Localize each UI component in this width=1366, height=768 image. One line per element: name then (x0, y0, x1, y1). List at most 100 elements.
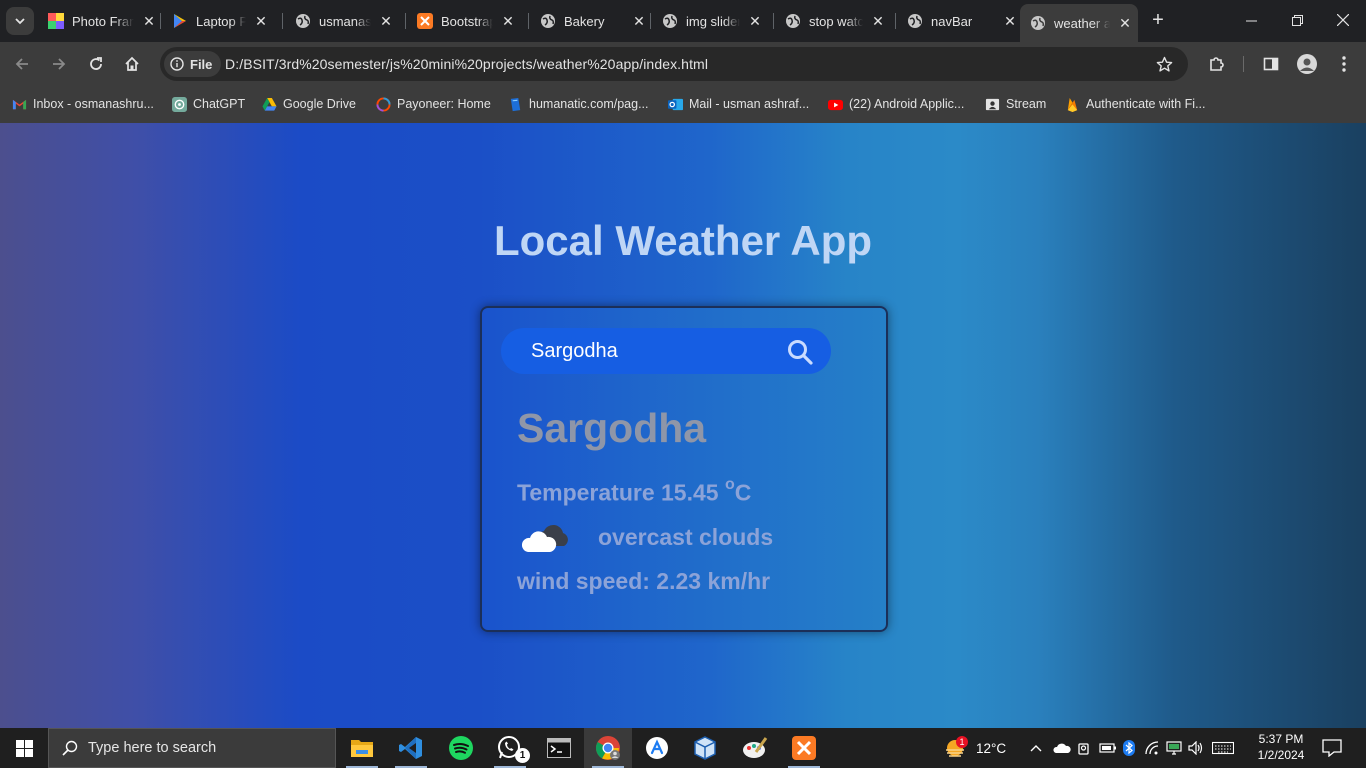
taskbar-paint[interactable] (731, 728, 779, 768)
bookmark-stream[interactable]: Stream (985, 93, 1046, 115)
keyboard-icon[interactable] (1212, 741, 1234, 755)
onedrive-icon[interactable] (1053, 742, 1071, 754)
tab-usmanashraf[interactable]: usmanashraf ✕ (295, 6, 395, 36)
back-button[interactable] (9, 51, 35, 77)
taskbar-clock[interactable]: 5:37 PM 1/2/2024 (1248, 731, 1314, 763)
taskbar-virtualbox[interactable] (681, 728, 729, 768)
close-icon[interactable]: ✕ (746, 13, 764, 30)
bookmark-payoneer[interactable]: Payoneer: Home (376, 93, 491, 115)
bookmark-google-drive[interactable]: Google Drive (262, 93, 356, 115)
minimize-icon (1245, 20, 1257, 21)
bookmark-outlook-mail[interactable]: Mail - usman ashraf... (668, 93, 809, 115)
tab-navbar[interactable]: navBar ✕ (907, 6, 1019, 36)
taskbar-whatsapp[interactable]: 1 (486, 728, 534, 768)
tab-img-slider[interactable]: img slider ✕ (662, 6, 764, 36)
bookmark-youtube[interactable]: (22) Android Applic... (828, 93, 964, 115)
taskbar-chrome[interactable] (584, 728, 632, 768)
taskbar-search[interactable]: Type here to search (48, 728, 336, 768)
close-window-button[interactable] (1320, 0, 1366, 40)
tab-stop-watch[interactable]: stop watch ✕ (785, 6, 887, 36)
restore-button[interactable] (1274, 0, 1320, 40)
meet-now-icon[interactable] (1077, 740, 1091, 756)
play-store-icon (174, 14, 186, 28)
plus-icon: + (1152, 9, 1164, 31)
tab-bootstrap[interactable]: Bootstrap ✕ (417, 6, 517, 36)
close-icon[interactable]: ✕ (377, 13, 395, 30)
vscode-icon (399, 737, 422, 759)
bluetooth-icon[interactable] (1123, 740, 1135, 756)
search-icon (788, 340, 813, 365)
search-button[interactable] (785, 337, 815, 367)
payoneer-icon (376, 96, 391, 112)
close-icon[interactable]: ✕ (1116, 15, 1134, 32)
taskbar-spotify[interactable] (437, 728, 485, 768)
notification-center-button[interactable] (1322, 728, 1342, 768)
weather-widget[interactable]: 1 12°C (942, 728, 1006, 768)
bookmark-chatgpt[interactable]: ChatGPT (172, 93, 245, 115)
tab-title: Laptop Price (196, 13, 246, 29)
temperature-value: Temperature 15.45 (517, 479, 725, 506)
side-panel-icon (1263, 57, 1279, 71)
bookmark-firebase[interactable]: Authenticate with Fi... (1065, 93, 1206, 115)
star-icon (1156, 56, 1172, 72)
notification-icon (1322, 739, 1342, 757)
battery-icon[interactable] (1099, 742, 1117, 754)
extensions-button[interactable] (1204, 51, 1230, 77)
bookmark-label: Inbox - osmanashru... (33, 97, 154, 111)
network-icon[interactable] (1166, 741, 1182, 755)
close-icon[interactable]: ✕ (869, 13, 887, 30)
close-icon[interactable]: ✕ (1001, 13, 1019, 30)
tab-title: img slider (686, 13, 740, 29)
restore-icon (1291, 14, 1303, 26)
chevron-up-icon[interactable] (1029, 743, 1043, 753)
clock-time: 5:37 PM (1258, 732, 1304, 746)
windows-taskbar: Type here to search 1 1 12°C 5:37 PM 1/2… (0, 728, 1366, 768)
home-icon (125, 56, 139, 71)
bookmark-label: Authenticate with Fi... (1086, 97, 1206, 111)
forward-button[interactable] (46, 51, 72, 77)
globe-icon (541, 14, 555, 28)
humanatic-icon (510, 97, 521, 111)
side-panel-button[interactable] (1258, 51, 1284, 77)
menu-button[interactable] (1331, 51, 1357, 77)
address-bar[interactable]: File D:/BSIT/3rd%20semester/js%20mini%20… (160, 47, 1188, 81)
bookmark-humanatic[interactable]: humanatic.com/pag... (508, 93, 649, 115)
home-button[interactable] (119, 51, 145, 77)
tab-title: weather app (1054, 15, 1110, 31)
windows-logo-icon (15, 739, 33, 757)
reload-button[interactable] (83, 51, 109, 77)
close-icon[interactable]: ✕ (499, 13, 517, 30)
bookmark-inbox[interactable]: Inbox - osmanashru... (12, 93, 154, 115)
close-icon[interactable]: ✕ (140, 13, 158, 30)
city-search-input[interactable] (531, 339, 781, 363)
close-icon[interactable]: ✕ (630, 13, 648, 30)
globe-icon (786, 14, 800, 28)
taskbar-vscode[interactable] (387, 728, 435, 768)
start-button[interactable] (0, 728, 48, 768)
minimize-button[interactable] (1228, 0, 1274, 40)
taskbar-terminal[interactable] (535, 728, 583, 768)
page-title: Local Weather App (493, 217, 873, 264)
taskbar-app-store[interactable] (633, 728, 681, 768)
bookmark-label: (22) Android Applic... (849, 97, 965, 111)
tab-search-button[interactable] (6, 7, 34, 35)
bookmark-star-button[interactable] (1151, 51, 1177, 77)
new-tab-button[interactable]: + (1146, 9, 1170, 33)
degree-symbol: o (724, 476, 735, 493)
weather-page: Local Weather App Sargodha Temperature 1… (0, 123, 1366, 728)
wifi-icon[interactable] (1144, 741, 1160, 755)
profile-button[interactable] (1294, 51, 1320, 77)
close-icon[interactable]: ✕ (252, 13, 270, 30)
globe-icon (908, 14, 922, 28)
tab-weather-app[interactable]: weather app ✕ (1020, 4, 1138, 42)
stream-icon (985, 98, 1000, 110)
site-info-chip[interactable]: File (164, 51, 222, 77)
tab-laptop-price[interactable]: Laptop Price ✕ (172, 6, 270, 36)
globe-icon (1031, 16, 1045, 30)
tab-photo-frame[interactable]: Photo Frame ✕ (48, 6, 158, 36)
volume-icon[interactable] (1188, 741, 1204, 755)
taskbar-file-explorer[interactable] (338, 728, 386, 768)
url-text[interactable]: D:/BSIT/3rd%20semester/js%20mini%20proje… (225, 56, 708, 72)
taskbar-xampp[interactable] (780, 728, 828, 768)
tab-bakery[interactable]: Bakery ✕ (540, 6, 648, 36)
